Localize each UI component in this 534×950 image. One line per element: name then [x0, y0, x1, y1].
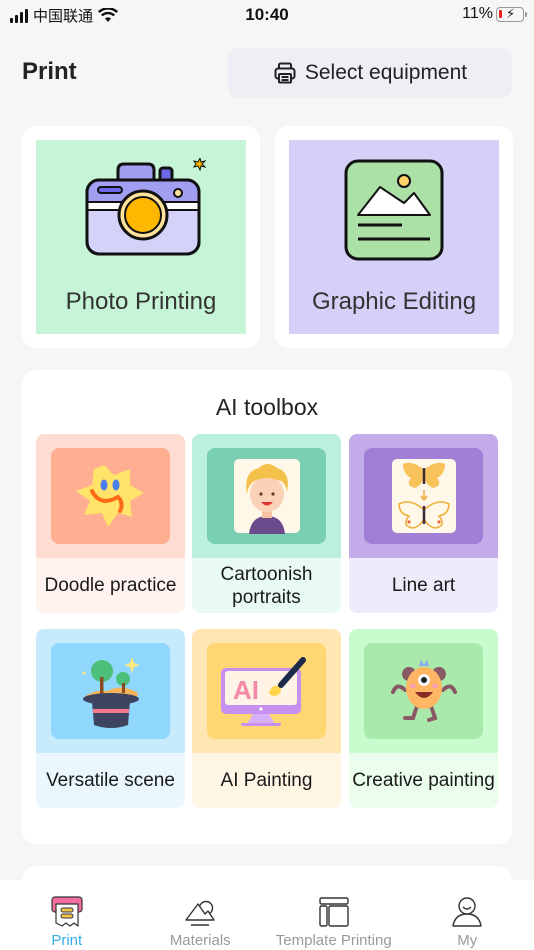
select-equipment-button[interactable]: Select equipment	[228, 48, 512, 98]
tab-print[interactable]: Print	[0, 880, 134, 950]
status-bar: 中国联通 10:40 11% ⚡	[0, 0, 534, 30]
photo-printing-card[interactable]: Photo Printing	[22, 126, 260, 348]
tool-label: Creative painting	[349, 753, 498, 808]
ai-toolbox-title: AI toolbox	[215, 394, 319, 420]
tab-my-label: My	[457, 932, 478, 949]
page-title: Print	[22, 58, 77, 85]
mountain-icon	[185, 900, 215, 926]
tool-cartoonish-portraits[interactable]: Cartoonish portraits	[192, 434, 341, 613]
portrait-icon	[233, 459, 300, 534]
tab-bar: Print Materials Template Printing My	[0, 880, 534, 950]
tool-label: Line art	[349, 558, 498, 613]
tool-ai-painting[interactable]: AI AI Painting	[192, 629, 341, 808]
image-document-icon	[344, 159, 444, 261]
charging-bolt-icon: ⚡	[506, 5, 516, 21]
user-icon	[452, 897, 482, 927]
graphic-editing-tile: Graphic Editing	[289, 140, 499, 334]
tool-creative-painting[interactable]: Creative painting	[349, 629, 498, 808]
butterfly-icon	[391, 459, 456, 533]
camera-icon	[85, 158, 206, 256]
tab-print-label: Print	[51, 932, 83, 949]
tool-versatile-scene[interactable]: Versatile scene	[36, 629, 185, 808]
tool-doodle-practice[interactable]: Doodle practice	[36, 434, 185, 613]
status-right: 11% ⚡	[462, 5, 527, 23]
clock: 10:40	[245, 5, 289, 24]
print-tab-icon	[51, 896, 83, 927]
tool-line-art[interactable]: Line art	[349, 434, 498, 613]
tab-template-printing-label: Template Printing	[275, 932, 392, 949]
battery-percent: 11%	[462, 5, 493, 22]
printer-icon	[274, 62, 296, 84]
tool-label: Doodle practice	[36, 558, 185, 613]
tool-label: Cartoonish portraits	[192, 558, 341, 613]
magic-hat-icon	[82, 657, 140, 728]
star-doodle-icon	[75, 465, 144, 527]
photo-printing-label: Photo Printing	[65, 288, 217, 315]
ai-monitor-icon: AI	[220, 657, 306, 726]
template-icon	[319, 897, 349, 927]
tab-my[interactable]: My	[401, 880, 534, 950]
tool-label: AI Painting	[192, 753, 341, 808]
tab-materials-label: Materials	[169, 932, 231, 949]
monster-icon	[390, 660, 457, 722]
ai-toolbox-section: AI toolbox Doodle practice Cartoonish po…	[22, 370, 512, 844]
battery-level	[499, 9, 502, 18]
graphic-editing-label: Graphic Editing	[311, 288, 477, 315]
svg-text:AI: AI	[233, 675, 259, 705]
graphic-editing-card[interactable]: Graphic Editing	[275, 126, 513, 348]
tab-template-printing[interactable]: Template Printing	[267, 880, 401, 950]
tool-label: Versatile scene	[36, 753, 185, 808]
photo-printing-tile: Photo Printing	[36, 140, 246, 334]
battery-icon: ⚡	[496, 5, 527, 22]
tab-materials[interactable]: Materials	[134, 880, 268, 950]
select-equipment-label: Select equipment	[304, 61, 468, 84]
